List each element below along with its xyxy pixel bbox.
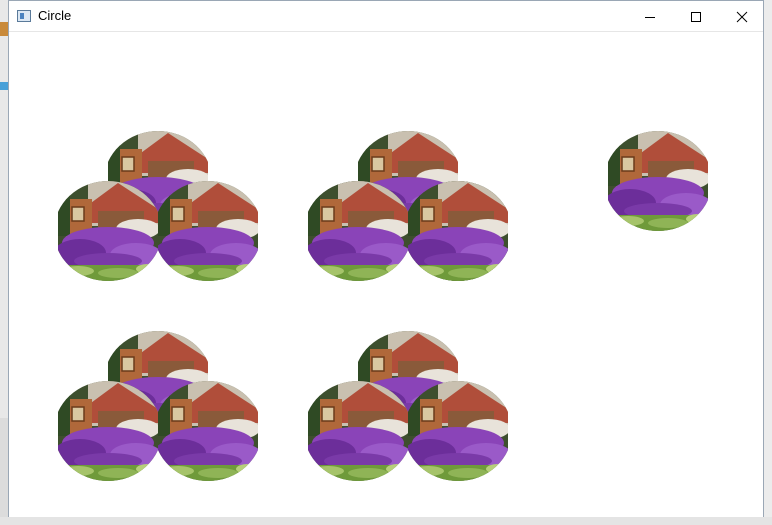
photo-circle (308, 181, 408, 281)
background-app-edge-bottom (0, 517, 772, 525)
photo-circle (158, 181, 258, 281)
photo-circle (58, 181, 158, 281)
photo-circle (408, 381, 508, 481)
background-app-edge-right (764, 0, 772, 525)
window-title: Circle (38, 8, 72, 23)
photo-circle (308, 381, 408, 481)
minimize-button[interactable] (627, 1, 673, 32)
title-bar[interactable]: Circle (9, 1, 763, 32)
close-icon (736, 11, 748, 22)
close-button[interactable] (719, 1, 765, 32)
photo-circle (608, 131, 708, 231)
circle-group-top-middle (308, 131, 508, 281)
app-icon (17, 10, 31, 22)
maximize-icon (691, 11, 701, 22)
circles-drawing (58, 131, 708, 481)
circle-group-bottom-left (58, 331, 258, 481)
circle-window: Circle (8, 0, 764, 517)
circle-group-top-left (58, 131, 258, 281)
circle-group-top-right (608, 131, 708, 231)
minimize-icon (645, 16, 655, 18)
photo-circle (408, 181, 508, 281)
maximize-button[interactable] (673, 1, 719, 32)
photo-circle (158, 381, 258, 481)
circle-group-bottom-middle (308, 331, 508, 481)
photo-circle (58, 381, 158, 481)
drawing-canvas (9, 32, 763, 517)
